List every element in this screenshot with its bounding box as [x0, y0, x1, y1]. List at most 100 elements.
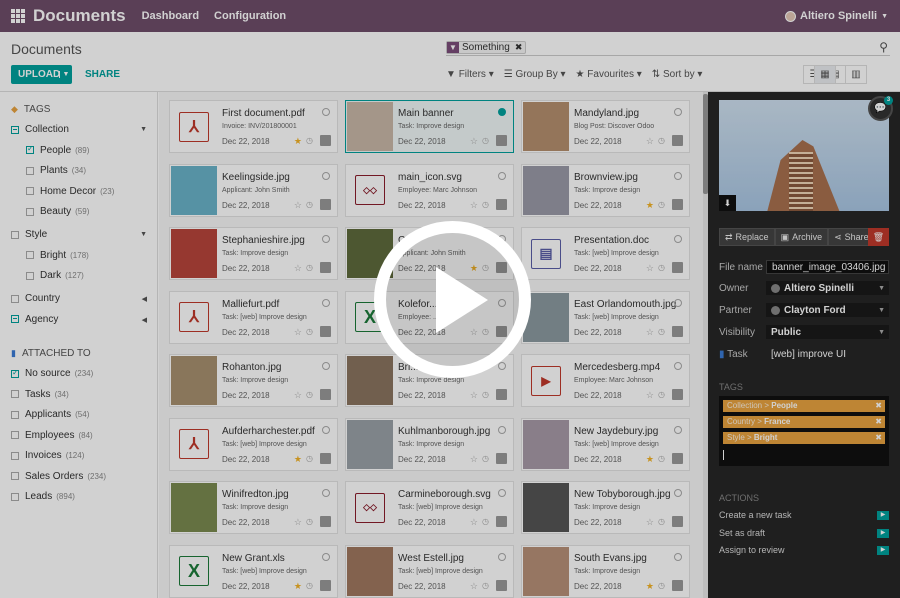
clock-icon[interactable]: ◷: [482, 200, 489, 209]
chart-view-icon[interactable]: ▥: [845, 65, 867, 84]
document-card[interactable]: ▤ Presentation.doc Task: [web] Improve des…: [521, 227, 690, 280]
clock-icon[interactable]: ◷: [306, 263, 313, 272]
avatar[interactable]: [496, 579, 507, 591]
tag-filter-collection[interactable]: Collection: [11, 124, 73, 135]
checkbox[interactable]: [11, 315, 19, 323]
avatar[interactable]: [672, 579, 683, 591]
clock-icon[interactable]: ◷: [658, 327, 665, 336]
kanban-view-icon[interactable]: ▦: [814, 65, 836, 84]
remove-facet-icon[interactable]: ✖: [515, 42, 526, 53]
attached-filter-invoices[interactable]: Invoices (124): [11, 450, 84, 461]
clock-icon[interactable]: ◷: [658, 581, 665, 590]
select-radio[interactable]: [498, 108, 506, 116]
avatar[interactable]: [320, 135, 331, 146]
star-icon[interactable]: ☆: [646, 136, 654, 147]
select-radio[interactable]: [322, 171, 330, 180]
document-card[interactable]: Mandyland.jpg Blog Post: Discover Odoo Dec…: [521, 100, 690, 153]
checkbox[interactable]: [11, 492, 19, 501]
play-button-icon[interactable]: [374, 221, 531, 378]
select-radio[interactable]: [674, 552, 682, 561]
tag-filter-plants[interactable]: Plants (34): [26, 165, 86, 176]
checkbox[interactable]: [11, 390, 19, 398]
clock-icon[interactable]: ◷: [306, 200, 313, 209]
avatar[interactable]: [672, 452, 683, 464]
avatar[interactable]: [320, 325, 331, 337]
upload-button[interactable]: UPLOAD ▼: [11, 65, 72, 84]
apps-grid-icon[interactable]: [11, 9, 25, 23]
run-action-icon[interactable]: ▶: [877, 546, 889, 555]
select-radio[interactable]: [322, 552, 330, 561]
document-card[interactable]: ⅄ Aufderharchester.pdf Task: [web] Improve…: [169, 417, 338, 471]
user-menu[interactable]: Altiero Spinelli ▼: [785, 10, 888, 22]
document-card[interactable]: ⅄ Malliefurt.pdf Task: [web] Improve desig…: [169, 290, 338, 344]
sortby-menu[interactable]: ⇅ Sort by ▾: [652, 69, 703, 80]
select-radio[interactable]: [674, 235, 682, 243]
select-radio[interactable]: [322, 108, 330, 116]
clock-icon[interactable]: ◷: [482, 454, 489, 463]
select-radio[interactable]: [498, 489, 506, 497]
star-icon[interactable]: ☆: [470, 136, 478, 147]
tag-filter-beauty[interactable]: Beauty (59): [26, 206, 89, 217]
checkbox[interactable]: [11, 230, 19, 239]
clock-icon[interactable]: ◷: [306, 136, 313, 145]
star-icon[interactable]: ★: [294, 454, 302, 465]
checkbox[interactable]: [26, 144, 34, 154]
tag-filter-agency[interactable]: Agency: [11, 314, 62, 325]
attached-filter-no-source[interactable]: No source(234): [11, 368, 93, 379]
remove-tag-icon[interactable]: ✖: [875, 416, 882, 428]
action-create-a-new-task[interactable]: Create a new task: [719, 510, 792, 520]
document-card[interactable]: Stephanieshire.jpg Task: Improve design De…: [169, 227, 338, 280]
attached-filter-applicants[interactable]: Applicants (54): [11, 409, 89, 420]
document-card[interactable]: East Orlandomouth.jpg Task: [web] Improve…: [521, 290, 690, 344]
tag-filter-home-decor[interactable]: Home Decor (23): [26, 186, 114, 197]
clock-icon[interactable]: ◷: [482, 517, 489, 526]
select-radio[interactable]: [674, 425, 682, 434]
caret-left-icon[interactable]: ◀: [142, 316, 147, 324]
star-icon[interactable]: ★: [294, 136, 302, 147]
avatar[interactable]: [496, 198, 507, 210]
avatar[interactable]: [496, 452, 507, 464]
owner-select[interactable]: Altiero Spinelli ▼: [766, 281, 889, 295]
document-card[interactable]: X New Grant.xls Task: [web] Improve design…: [169, 544, 338, 598]
select-radio[interactable]: [674, 362, 682, 370]
tags-input[interactable]: Collection > People ✖ Country > France ✖ Sty…: [719, 396, 889, 466]
avatar[interactable]: [320, 198, 331, 210]
chat-icon[interactable]: 💬 3: [868, 96, 893, 121]
star-icon[interactable]: ☆: [646, 263, 654, 274]
clock-icon[interactable]: ◷: [658, 200, 665, 209]
star-icon[interactable]: ★: [294, 581, 302, 592]
avatar[interactable]: [320, 516, 331, 527]
star-icon[interactable]: ☆: [646, 327, 654, 338]
avatar[interactable]: [320, 262, 331, 273]
document-card[interactable]: ◇◇ main_icon.svg Employee: Marc Johnson Dec…: [345, 163, 514, 217]
app-name[interactable]: Documents: [33, 6, 126, 26]
caret-down-icon[interactable]: ▼: [140, 126, 147, 133]
select-radio[interactable]: [674, 108, 682, 116]
tag-filter-style[interactable]: Style: [11, 229, 51, 240]
avatar[interactable]: [496, 516, 507, 527]
select-radio[interactable]: [322, 235, 330, 243]
delete-button[interactable]: 🗑: [868, 228, 889, 246]
star-icon[interactable]: ☆: [470, 517, 478, 528]
checkbox[interactable]: [11, 368, 19, 378]
replace-button[interactable]: ⇄ Replace: [719, 228, 775, 246]
avatar[interactable]: [496, 135, 507, 146]
avatar[interactable]: [320, 579, 331, 591]
document-card[interactable]: Rohanton.jpg Task: Improve design Dec 22, …: [169, 354, 338, 407]
star-icon[interactable]: ☆: [470, 454, 478, 465]
star-icon[interactable]: ★: [646, 454, 654, 465]
select-radio[interactable]: [674, 489, 682, 497]
avatar[interactable]: [672, 389, 683, 400]
checkbox[interactable]: [26, 271, 34, 280]
attached-filter-employees[interactable]: Employees (84): [11, 430, 93, 441]
favourites-menu[interactable]: ★ Favourites ▾: [576, 69, 642, 80]
checkbox[interactable]: [26, 166, 34, 175]
checkbox[interactable]: [26, 207, 34, 216]
upload-dropdown-icon[interactable]: ▼: [59, 71, 72, 78]
document-card[interactable]: New Tobyborough.jpg Task: Improve design D…: [521, 481, 690, 534]
share-button[interactable]: SHARE: [85, 69, 120, 80]
avatar[interactable]: [672, 325, 683, 337]
attached-filter-tasks[interactable]: Tasks (34): [11, 389, 69, 400]
clock-icon[interactable]: ◷: [306, 454, 313, 463]
avatar[interactable]: [496, 389, 507, 400]
